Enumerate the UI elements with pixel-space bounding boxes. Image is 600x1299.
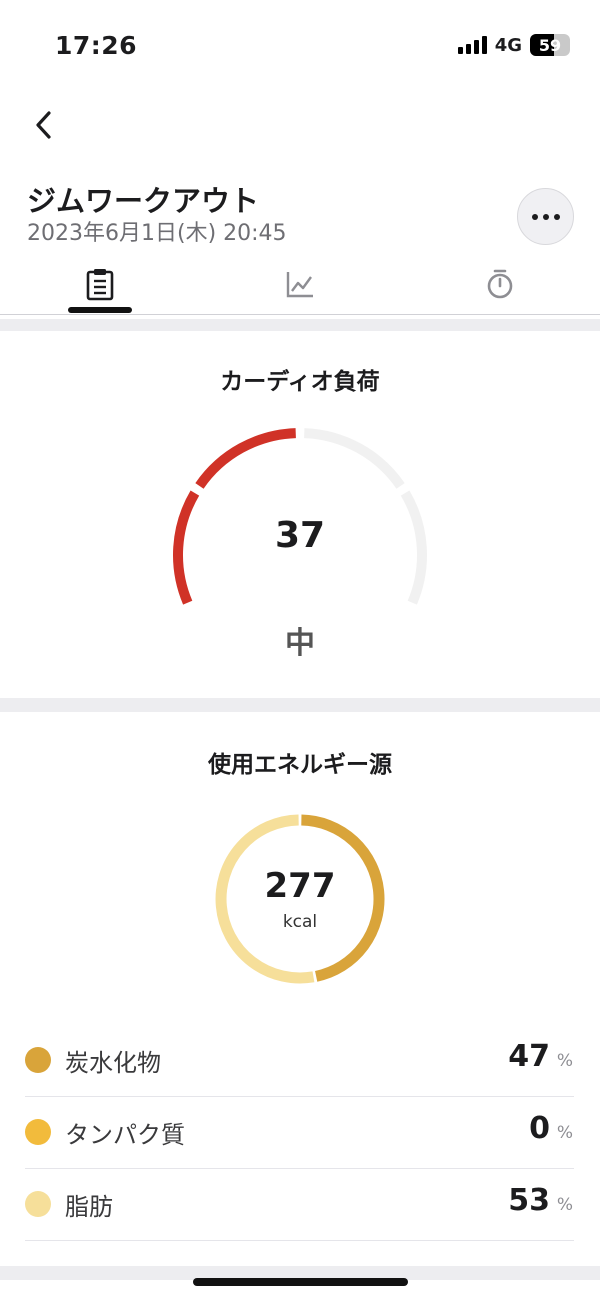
tab-summary[interactable] [60,255,140,313]
gauge-segment [195,428,296,489]
macro-label: 脂肪 [65,1193,113,1221]
cardio-load-title: カーディオ負荷 [220,369,380,395]
chevron-left-icon [36,111,51,139]
battery-percent: 59 [538,35,562,55]
workout-datetime: 2023年6月1日(木) 20:45 [27,221,287,246]
macro-label: 炭水化物 [65,1049,161,1077]
list-item-carbohydrate: 炭水化物 47 % [25,1025,574,1097]
signal-icon [457,36,487,54]
list-item-fat: 脂肪 53 % [25,1169,574,1241]
macro-percent: 47 [508,1039,550,1074]
more-horizontal-icon [531,213,538,220]
more-button[interactable] [517,188,574,245]
selected-tab-indicator [68,307,132,313]
macro-percent: 0 [529,1111,550,1146]
energy-kcal-value: 277 [264,866,336,906]
energy-source-title: 使用エネルギー源 [208,752,392,778]
clipboard-icon [86,269,114,301]
cardio-load-value: 37 [274,515,326,556]
network-label: 4G [494,34,522,56]
status-bar: 17:26 4G 59 [0,0,600,90]
tab-charts[interactable] [260,255,340,313]
line-chart-icon [286,272,313,298]
back-button[interactable] [25,105,65,145]
protein-color-dot [25,1119,51,1145]
section-divider [0,698,600,712]
carbohydrate-color-dot [25,1047,51,1073]
macro-unit: % [556,1195,573,1215]
list-item-protein: タンパク質 0 % [25,1097,574,1169]
stopwatch-icon [487,269,513,299]
macro-unit: % [556,1051,573,1071]
energy-kcal-unit: kcal [282,912,318,932]
battery-icon: 59 [530,34,570,56]
macro-label: タンパク質 [65,1121,185,1149]
status-indicators: 4G 59 [457,34,570,56]
macro-unit: % [556,1123,573,1143]
tab-bar [0,255,600,315]
status-time: 17:26 [55,31,138,60]
macro-percent: 53 [508,1183,550,1218]
gauge-segment [304,428,405,489]
section-divider [0,319,600,331]
fat-color-dot [25,1191,51,1217]
home-indicator [193,1278,408,1286]
page-title: ジムワークアウト [27,184,260,218]
tab-laps[interactable] [460,255,540,313]
cardio-load-level: 中 [285,626,315,661]
